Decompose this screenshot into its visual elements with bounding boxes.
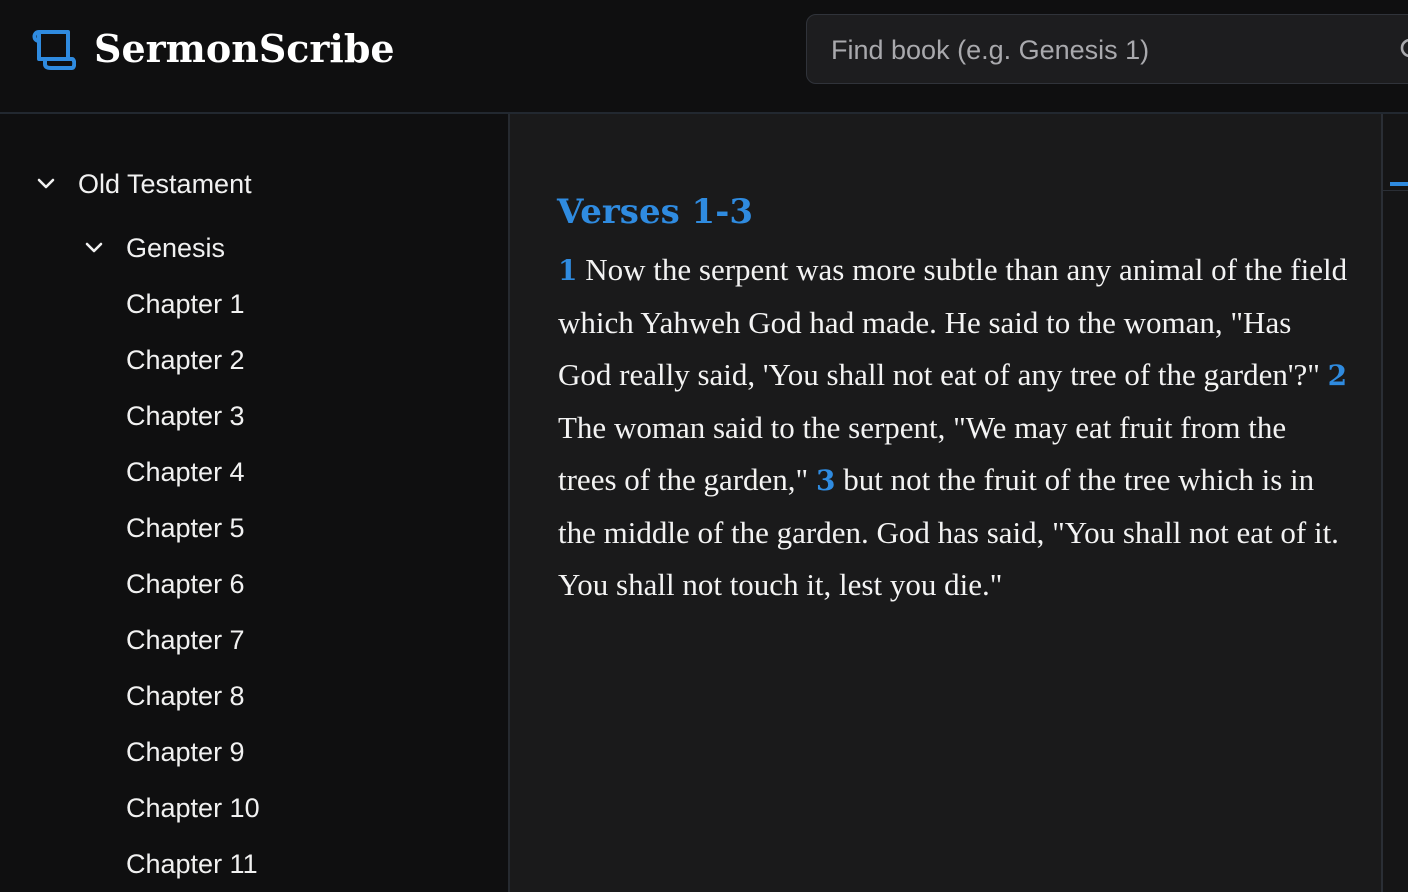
book-navigation-sidebar: Old Testament Genesis Chapter 1 Chapter … (0, 114, 508, 892)
verse-number[interactable]: 3 (816, 464, 835, 497)
search-input[interactable] (831, 27, 1391, 73)
chapter-item[interactable]: Chapter 6 (126, 564, 260, 620)
chapter-item[interactable]: Chapter 8 (126, 676, 260, 732)
chevron-down-icon[interactable] (82, 236, 106, 260)
chapter-item[interactable]: Chapter 9 (126, 732, 260, 788)
notes-pane (1383, 114, 1408, 892)
verse-number[interactable]: 1 (558, 254, 577, 287)
chapter-item[interactable]: Chapter 7 (126, 620, 260, 676)
reading-pane: Verses 1-3 1 Now the serpent was more su… (510, 114, 1382, 892)
chapter-list: Chapter 1 Chapter 2 Chapter 3 Chapter 4 … (126, 284, 260, 892)
tree-item-label: Genesis (126, 233, 226, 263)
tree-item-genesis[interactable]: Genesis (82, 230, 225, 266)
scripture-passage: 1 Now the serpent was more subtle than a… (558, 244, 1348, 611)
tree-item-old-testament[interactable]: Old Testament (34, 166, 252, 202)
scroll-icon (32, 30, 76, 70)
verse-number[interactable]: 2 (1328, 359, 1347, 392)
chapter-item[interactable]: Chapter 11 (126, 844, 260, 892)
chapter-item[interactable]: Chapter 4 (126, 452, 260, 508)
chapter-item[interactable]: Chapter 5 (126, 508, 260, 564)
search-box[interactable] (806, 14, 1408, 84)
chevron-down-icon[interactable] (34, 172, 58, 196)
notes-pane-rule (1383, 190, 1408, 191)
app-title: SermonScribe (94, 26, 395, 71)
chapter-item[interactable]: Chapter 3 (126, 396, 260, 452)
chapter-item[interactable]: Chapter 1 (126, 284, 260, 340)
search-icon[interactable] (1399, 37, 1408, 63)
app-header: SermonScribe (0, 0, 1408, 114)
verse-text: Now the serpent was more subtle than any… (558, 252, 1348, 392)
chapter-item[interactable]: Chapter 10 (126, 788, 260, 844)
section-title: Verses 1-3 (557, 192, 753, 233)
active-tab-indicator (1390, 182, 1408, 186)
tree-item-label: Old Testament (78, 169, 252, 199)
chapter-item[interactable]: Chapter 2 (126, 340, 260, 396)
